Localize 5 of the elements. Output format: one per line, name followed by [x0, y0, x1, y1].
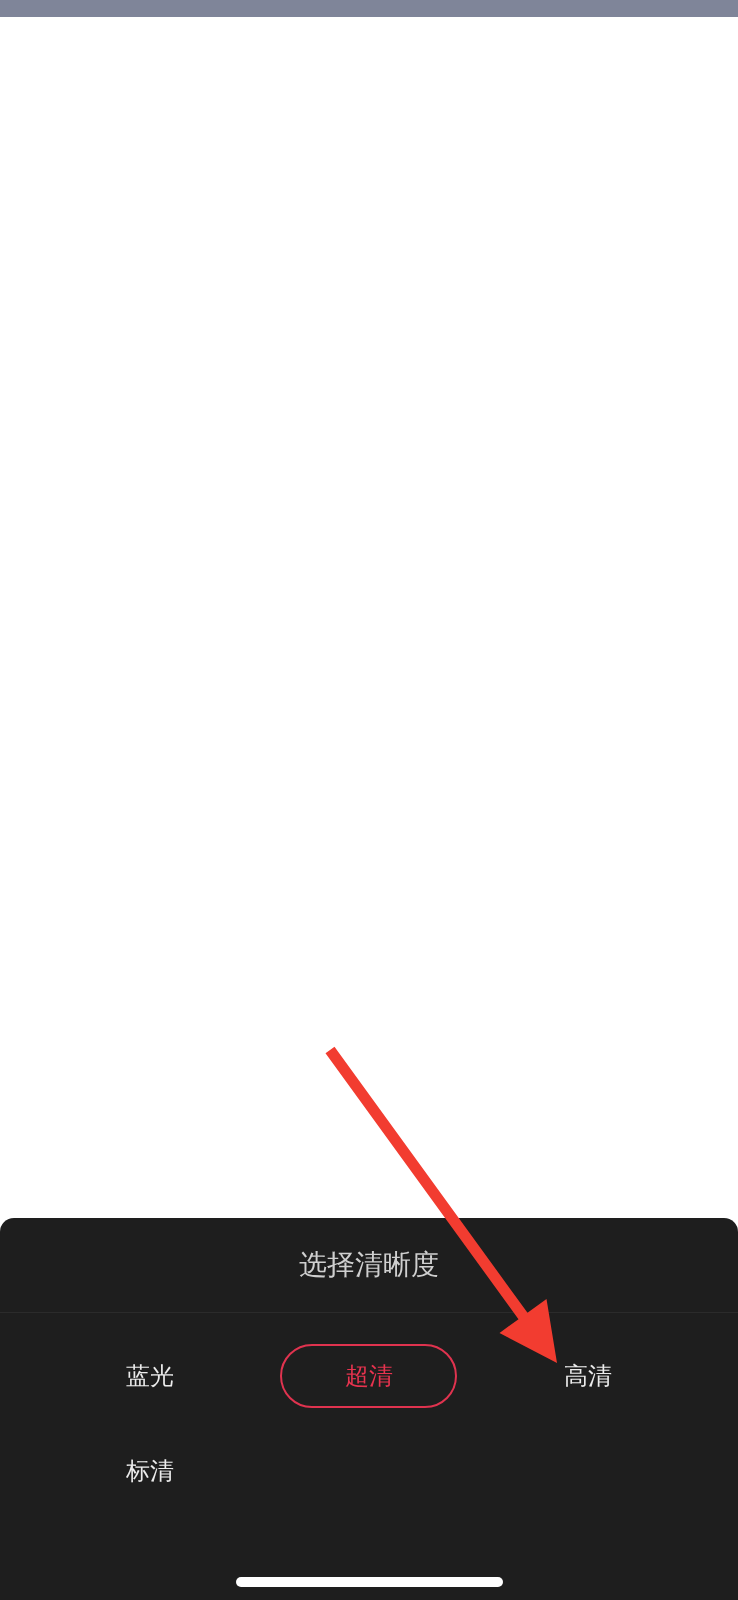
quality-option[interactable]: 标清 — [126, 1459, 175, 1483]
quality-option[interactable]: 蓝光 — [126, 1364, 175, 1388]
quality-option[interactable]: 超清 — [280, 1344, 458, 1408]
sheet-title: 选择清晰度 — [299, 1251, 439, 1279]
quality-option[interactable]: 高清 — [563, 1364, 612, 1388]
